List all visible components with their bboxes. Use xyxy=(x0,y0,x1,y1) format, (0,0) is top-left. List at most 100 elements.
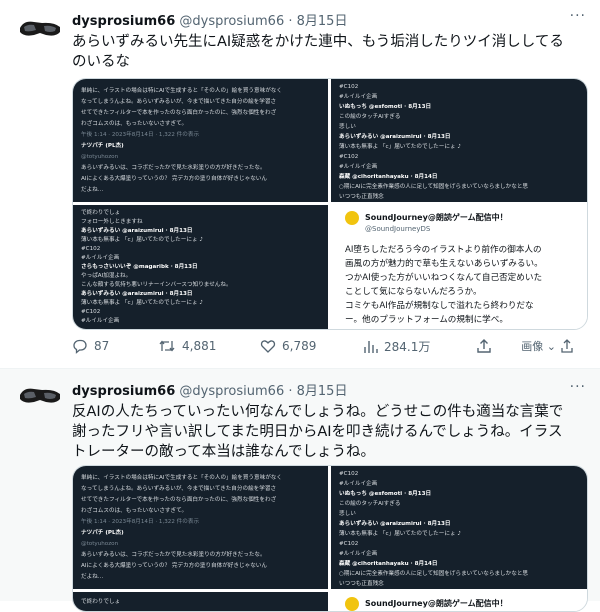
screenshot-text-line: こんな顔する気持ち悪いリナーインバースつ知りませんね。 xyxy=(81,282,232,288)
screenshot-text-line: やっぱAI加湿よね。 xyxy=(81,273,132,279)
screenshot-text-line: あらいずみるい @araizumirui · 8月13日 xyxy=(339,521,451,527)
screenshot-text-line: ○期にAIに完全素作業感の人に足して知固をげらまいていならましかなと思 xyxy=(339,184,529,190)
tweet-header: dysprosium66 @dysprosium66 · 8月15日 xyxy=(72,380,347,399)
tweet-text-line: 反AIの人たちっていったい何なんでしょうね。どうせこの件も適当な言葉で xyxy=(72,404,564,420)
screenshot-text-line: 単純に、イラストの場合は特にAIで生成すると「その人の」絵を買う意味がなく xyxy=(81,475,282,481)
screenshot-text-line: #ルイルイ企画 xyxy=(81,255,120,261)
screenshot-text-line: #C102 xyxy=(339,84,359,90)
tweet-date[interactable]: 8月15日 xyxy=(297,384,348,399)
reply-button[interactable]: 87 xyxy=(72,338,109,354)
screenshot-text-line: フォロー外しときますね xyxy=(81,219,143,225)
screenshot-text-line: 薄い本も無事よ 「c」届いてたのでしたーにょ ♪ xyxy=(81,237,203,243)
tweet-text: あらいずみるい先生にAI疑惑をかけた連中、もう垢消したりツイ消ししてる のいるな xyxy=(72,32,587,72)
like-button[interactable]: 6,789 xyxy=(260,338,316,354)
screenshot-text-line: #ルイルイ企画 xyxy=(339,164,378,170)
screenshot-text-line: AIによくある大爆塗りっていうの？ 完デカ方の塗り自体が好きじゃないん xyxy=(81,563,267,569)
screenshot-text-line: 悲しい xyxy=(339,511,356,517)
media-image-2[interactable]: #C102 #ルイルイ企画 いぬもっち @esfomoti · 8月13日 この絵のタ… xyxy=(331,79,587,202)
media-image-1[interactable]: 単純に、イラストの場合は特にAIで生成すると「その人の」絵を買う意味がなく なって… xyxy=(73,466,328,589)
tweet-text-line: 謝ったフリや言い訳してまた明日からAIを叩き続けるんでしょうね。イラス xyxy=(72,424,563,440)
bookmark-share-button[interactable] xyxy=(560,339,574,356)
retweet-count: 4,881 xyxy=(182,339,217,353)
separator-dot: · xyxy=(288,384,293,399)
sunglasses-avatar-icon xyxy=(16,10,64,50)
screenshot-text-line: この絵のタッチAIすぎる xyxy=(339,501,401,507)
tweet-text: 反AIの人たちっていったい何なんでしょうね。どうせこの件も適当な言葉で 謝ったフ… xyxy=(72,402,587,462)
sj-avatar xyxy=(345,211,359,225)
screenshot-text-line: あらいずみるいは、コラボだったかで見た水彩塗りの方が好きだったな。 xyxy=(81,165,266,171)
retweet-button[interactable]: 4,881 xyxy=(158,338,216,354)
screenshot-text-line: 薄い本も無事よ 「c」届いてたのでしたーにょ ♪ xyxy=(339,144,461,150)
screenshot-text-line: せてできたフィルターで本を作ったのなら面白かったのに、強烈な個性をわざ xyxy=(81,110,277,116)
sj-line: AI堕ちしただろう今のイラストより前作の御本人の xyxy=(345,245,542,255)
reply-icon xyxy=(73,339,87,354)
screenshot-text-line: #C102 xyxy=(339,154,359,160)
screenshot-text-line: #C102 xyxy=(81,246,101,252)
screenshot-text-line: 薄い本も無事よ 「c」届いてたのでしたーにょ ♪ xyxy=(81,300,203,306)
screenshot-text-line: で終わりでしょ xyxy=(81,599,121,605)
screenshot-text-line: わざコムスのは、もったいないさすぎて。 xyxy=(81,508,188,514)
screenshot-text-line: 森蔵 @cihoritanhayaku · 8月14日 xyxy=(339,174,438,180)
sj-line: ー。他のプラットフォームの規制に学べ。 xyxy=(345,315,508,325)
screenshot-text-line: AIによくある大爆塗りっていうの？ 完デカ方の塗り自体が好きじゃないん xyxy=(81,176,267,182)
tweet-media-grid[interactable]: 単純に、イラストの場合は特にAIで生成すると「その人の」絵を買う意味がなく なって… xyxy=(72,78,588,330)
sj-name: SoundJourney@朗読ゲーム配信中！ xyxy=(365,599,508,608)
more-options-icon[interactable]: ··· xyxy=(570,8,586,24)
media-image-4[interactable]: SoundJourney@朗読ゲーム配信中！ @SoundJourneyDS A… xyxy=(331,205,587,329)
sj-handle: @SoundJourneyDS xyxy=(365,225,431,233)
reply-count: 87 xyxy=(94,339,110,353)
tweet-1[interactable]: dysprosium66 @dysprosium66 · 8月15日 ··· あ… xyxy=(0,0,600,368)
screenshot-text-line: #ルイルイ企画 xyxy=(339,481,378,487)
screenshot-text-line: で終わりでしょ xyxy=(81,210,121,216)
avatar[interactable] xyxy=(16,377,64,417)
screenshot-text-line: #ルイルイ企画 xyxy=(81,318,120,324)
screenshot-text-line: せてできたフィルターで本を作ったのなら面白かったのに、強烈な個性をわざ xyxy=(81,497,277,503)
screenshot-text-line: #C102 xyxy=(339,541,359,547)
screenshot-text-line: 悲しい xyxy=(339,124,356,130)
like-count: 6,789 xyxy=(282,339,317,353)
screenshot-text-line: #ルイルイ企画 xyxy=(339,551,378,557)
image-button-label: 画像 xyxy=(521,340,544,353)
screenshot-text-line: ○期にAIに完全素作業感の人に足して知固をげらまいていならましかなと思 xyxy=(339,571,529,577)
screenshot-text-line: 午後 1:14 · 2023年8月14日 · 1,322 件の表示 xyxy=(81,132,200,138)
tweet-header: dysprosium66 @dysprosium66 · 8月15日 xyxy=(72,10,347,29)
sj-line: ことして気にならないんだろうか。 xyxy=(345,287,482,297)
tweet-media-grid[interactable]: 単純に、イラストの場合は特にAIで生成すると「その人の」絵を買う意味がなく なって… xyxy=(72,465,588,612)
separator-dot: · xyxy=(288,14,293,29)
avatar[interactable] xyxy=(16,10,64,50)
media-image-1[interactable]: 単純に、イラストの場合は特にAIで生成すると「その人の」絵を買う意味がなく なって… xyxy=(73,79,328,202)
media-image-3[interactable]: で終わりでしょ xyxy=(73,592,328,611)
screenshot-text-line: だよね… xyxy=(81,574,104,580)
screenshot-text-line: なってしまうんよね。あらいずみるいが、今まで描いてきた自分の絵を学習さ xyxy=(81,99,277,105)
tweet-2[interactable]: dysprosium66 @dysprosium66 · 8月15日 ··· 反… xyxy=(0,368,600,612)
media-image-2[interactable]: #C102 #ルイルイ企画 いぬもっち @esfomoti · 8月13日 この絵のタ… xyxy=(331,466,587,589)
user-handle[interactable]: @dysprosium66 xyxy=(179,384,284,399)
screenshot-text-line: いぬもっち @esfomoti · 8月13日 xyxy=(339,104,432,110)
screenshot-text-line: あらいずみるい @araizumirui · 8月13日 xyxy=(339,134,451,140)
tweet-date[interactable]: 8月15日 xyxy=(297,14,348,29)
user-handle[interactable]: @dysprosium66 xyxy=(179,14,284,29)
screenshot-text-line: @totyuhozon xyxy=(81,154,119,160)
tweet-actions: 87 4,881 6,789 284.1万 画像 ⌄ xyxy=(72,338,586,358)
screenshot-text-line: いつつも正直残念 xyxy=(339,581,384,587)
display-name[interactable]: dysprosium66 xyxy=(72,384,175,399)
display-name[interactable]: dysprosium66 xyxy=(72,14,175,29)
screenshot-text-line: だよね… xyxy=(81,187,104,193)
sj-avatar xyxy=(345,597,359,611)
screenshot-text-line: ナツパチ (PL杰) xyxy=(81,143,124,149)
media-image-3[interactable]: で終わりでしょ フォロー外しときますね あらいずみるい @araizumirui ·… xyxy=(73,205,328,329)
share-button[interactable] xyxy=(476,338,492,354)
screenshot-text-line: 薄い本も無事よ 「c」届いてたのでしたーにょ ♪ xyxy=(339,531,461,537)
more-options-icon[interactable]: ··· xyxy=(570,379,586,395)
tweet-text-line: トレーターの敵って本当は誰なんでしょうね。 xyxy=(72,444,376,460)
screenshot-text-line: あらいずみるいは、コラボだったかで見た水彩塗りの方が好きだったな。 xyxy=(81,552,266,558)
media-image-4[interactable]: SoundJourney@朗読ゲーム配信中！ xyxy=(331,592,587,611)
image-download-button[interactable]: 画像 ⌄ xyxy=(521,338,556,354)
views-button[interactable]: 284.1万 xyxy=(362,338,430,355)
view-count: 284.1万 xyxy=(384,340,431,354)
views-chart-icon xyxy=(364,340,378,353)
upload-icon xyxy=(561,339,573,353)
chevron-down-icon: ⌄ xyxy=(546,340,556,353)
screenshot-text-line: 森蔵 @cihoritanhayaku · 8月14日 xyxy=(339,561,438,567)
screenshot-text-line: わざコムスのは、もったいないさすぎて。 xyxy=(81,121,188,127)
